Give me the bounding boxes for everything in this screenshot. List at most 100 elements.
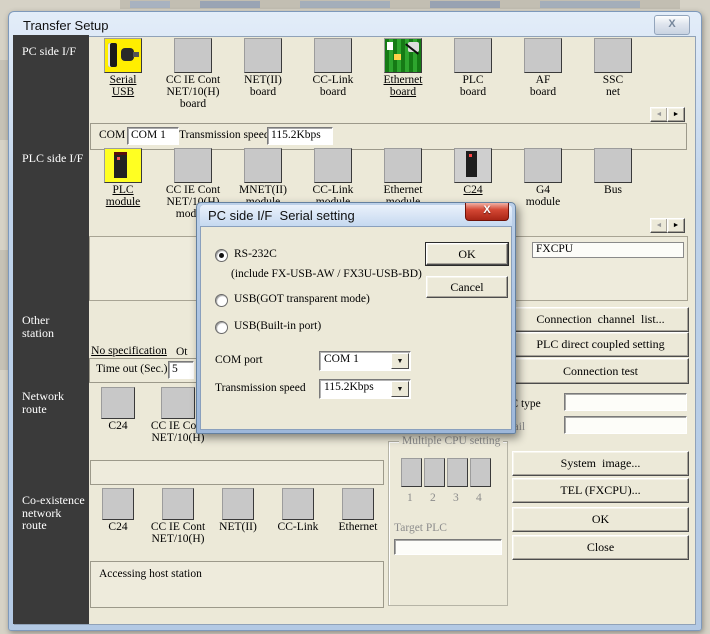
multiple-cpu-title: Multiple CPU setting [399,435,503,447]
gray-icon [524,148,562,183]
app-edge-fragment [0,60,8,140]
ok-label: OK [592,512,609,527]
chevron-down-icon[interactable]: ▼ [391,381,409,397]
close-button[interactable]: Close [512,535,689,560]
no-specification-label[interactable]: No specification [85,345,173,357]
arrow-left-icon: ◄ [656,109,663,120]
icon-label: C24 [438,184,508,196]
connection-channel-list-button[interactable]: Connection channel list... [512,307,689,332]
rs232c-radio-label[interactable]: RS-232C [234,248,277,260]
pc-if-item-net-ii-[interactable]: NET(II)board [228,38,298,98]
ethernet-icon [384,38,422,73]
connection-test-button[interactable]: Connection test [512,358,689,384]
plc-if-item-bus[interactable]: Bus [578,148,648,196]
pc-if-item-cc-ie-cont[interactable]: CC IE ContNET/10(H)board [158,38,228,110]
chevron-down-icon[interactable]: ▼ [391,353,409,369]
pc-if-item-ethernet[interactable]: Ethernetboard [368,38,438,98]
gray-icon [524,38,562,73]
toolbar-fragment [130,1,170,8]
coexistence-item-c24[interactable]: C24 [88,488,148,533]
gray-icon [594,38,632,73]
cpu-number-3: 3 [453,492,459,504]
pc-row-scroll-right-button[interactable]: ► [667,107,685,122]
window-close-button[interactable]: X [654,15,690,35]
icon-label: Ethernetboard [368,74,438,98]
rs232c-radio[interactable] [215,249,228,262]
plc-if-item-g4[interactable]: G4module [508,148,578,208]
system-image-button[interactable]: System image... [512,451,689,476]
usb-builtin-radio-label[interactable]: USB(Built-in port) [234,320,321,332]
dialog-body: RS-232C (include FX-USB-AW / FX3U-USB-BD… [200,226,512,430]
dialog-ok-button[interactable]: OK [426,243,508,265]
plc-direct-coupled-setting-button[interactable]: PLC direct coupled setting [512,332,689,357]
dialog-cancel-button[interactable]: Cancel [426,276,508,298]
icon-label: NET(II) [208,521,268,533]
pc-if-item-ssc[interactable]: SSCnet [578,38,648,98]
coexistence-item-cc-ie-cont[interactable]: CC IE ContNET/10(H) [148,488,208,545]
speed-select[interactable]: 115.2Kbps ▼ [319,379,411,399]
icon-label: SerialUSB [88,74,158,98]
close-label: Close [587,540,614,555]
arrow-right-icon: ► [673,220,680,231]
plc-if-item-ethernet[interactable]: Ethernetmodule [368,148,438,208]
app-edge-fragment [0,250,8,370]
icon-label: CC-Link [268,521,328,533]
other-station-more-label[interactable]: Ot [176,346,188,358]
toolbar-fragment [200,1,260,8]
accessing-text: Accessing host station [99,568,202,580]
plc-if-item-mnet-ii-[interactable]: MNET(II)module [228,148,298,208]
cpu-number-4: 4 [476,492,482,504]
sidebar-label-pc-side: PC side I/F [22,45,88,58]
usb-builtin-radio[interactable] [215,321,228,334]
plc-direct-coupled-label: PLC direct coupled setting [536,337,664,352]
plc-row-scroll-right-button[interactable]: ► [667,218,685,233]
c24-icon [454,148,492,183]
timeout-value-field[interactable]: 5 [168,361,194,379]
dialog-close-button[interactable]: X [465,203,509,221]
cpu-slot-3 [447,458,468,487]
tel-fxcpu-button[interactable]: TEL (FXCPU)... [512,478,689,503]
gray-icon [314,38,352,73]
icon-label: Bus [578,184,648,196]
gray-icon [161,387,195,419]
pc-row-scroll-left-button[interactable]: ◄ [650,107,668,122]
usb-got-radio-label[interactable]: USB(GOT transparent mode) [234,293,370,305]
cpu-type-list-item[interactable]: FXCPU [532,242,684,258]
coexistence-item-ethernet[interactable]: Ethernet [328,488,388,533]
gray-icon [454,38,492,73]
com-label: COM [99,129,125,141]
cpu-number-1: 1 [407,492,413,504]
gray-icon [594,148,632,183]
toolbar-fragment [300,1,390,8]
com-port-select[interactable]: COM 1 ▼ [319,351,411,371]
pc-if-item-af[interactable]: AFboard [508,38,578,98]
dialog-cancel-label: Cancel [450,280,483,295]
detail-field [564,416,687,434]
plc-row-scroll-left-button[interactable]: ◄ [650,218,668,233]
plc-if-item-plc[interactable]: PLCmodule [88,148,158,208]
pc-if-item-cc-link[interactable]: CC-Linkboard [298,38,368,98]
usb-got-radio[interactable] [215,294,228,307]
category-sidebar: PC side I/F PLC side I/F Other station N… [13,35,89,624]
icon-label: AFboard [508,74,578,98]
icon-label: PLCboard [438,74,508,98]
cpu-slot-1 [401,458,422,487]
speed-value: 115.2Kbps [324,381,374,393]
tel-fxcpu-label: TEL (FXCPU)... [560,483,640,498]
plc-if-item-cc-link[interactable]: CC-Linkmodule [298,148,368,208]
plc-module-icon [104,148,142,183]
com-port-value: COM 1 [324,353,359,365]
icon-label: C24 [88,521,148,533]
plc-type-field[interactable] [564,393,687,411]
gray-icon [342,488,374,520]
gray-icon [282,488,314,520]
plc-if-item-c24[interactable]: C24 [438,148,508,196]
pc-if-item-serial[interactable]: SerialUSB [88,38,158,98]
com-port-label: COM port [215,354,263,366]
coexistence-item-net-ii-[interactable]: NET(II) [208,488,268,533]
pc-if-item-plc[interactable]: PLCboard [438,38,508,98]
coexistence-item-cc-link[interactable]: CC-Link [268,488,328,533]
network-route-item-c24[interactable]: C24 [88,387,148,432]
ok-button[interactable]: OK [512,507,689,532]
target-plc-label: Target PLC [394,522,447,534]
